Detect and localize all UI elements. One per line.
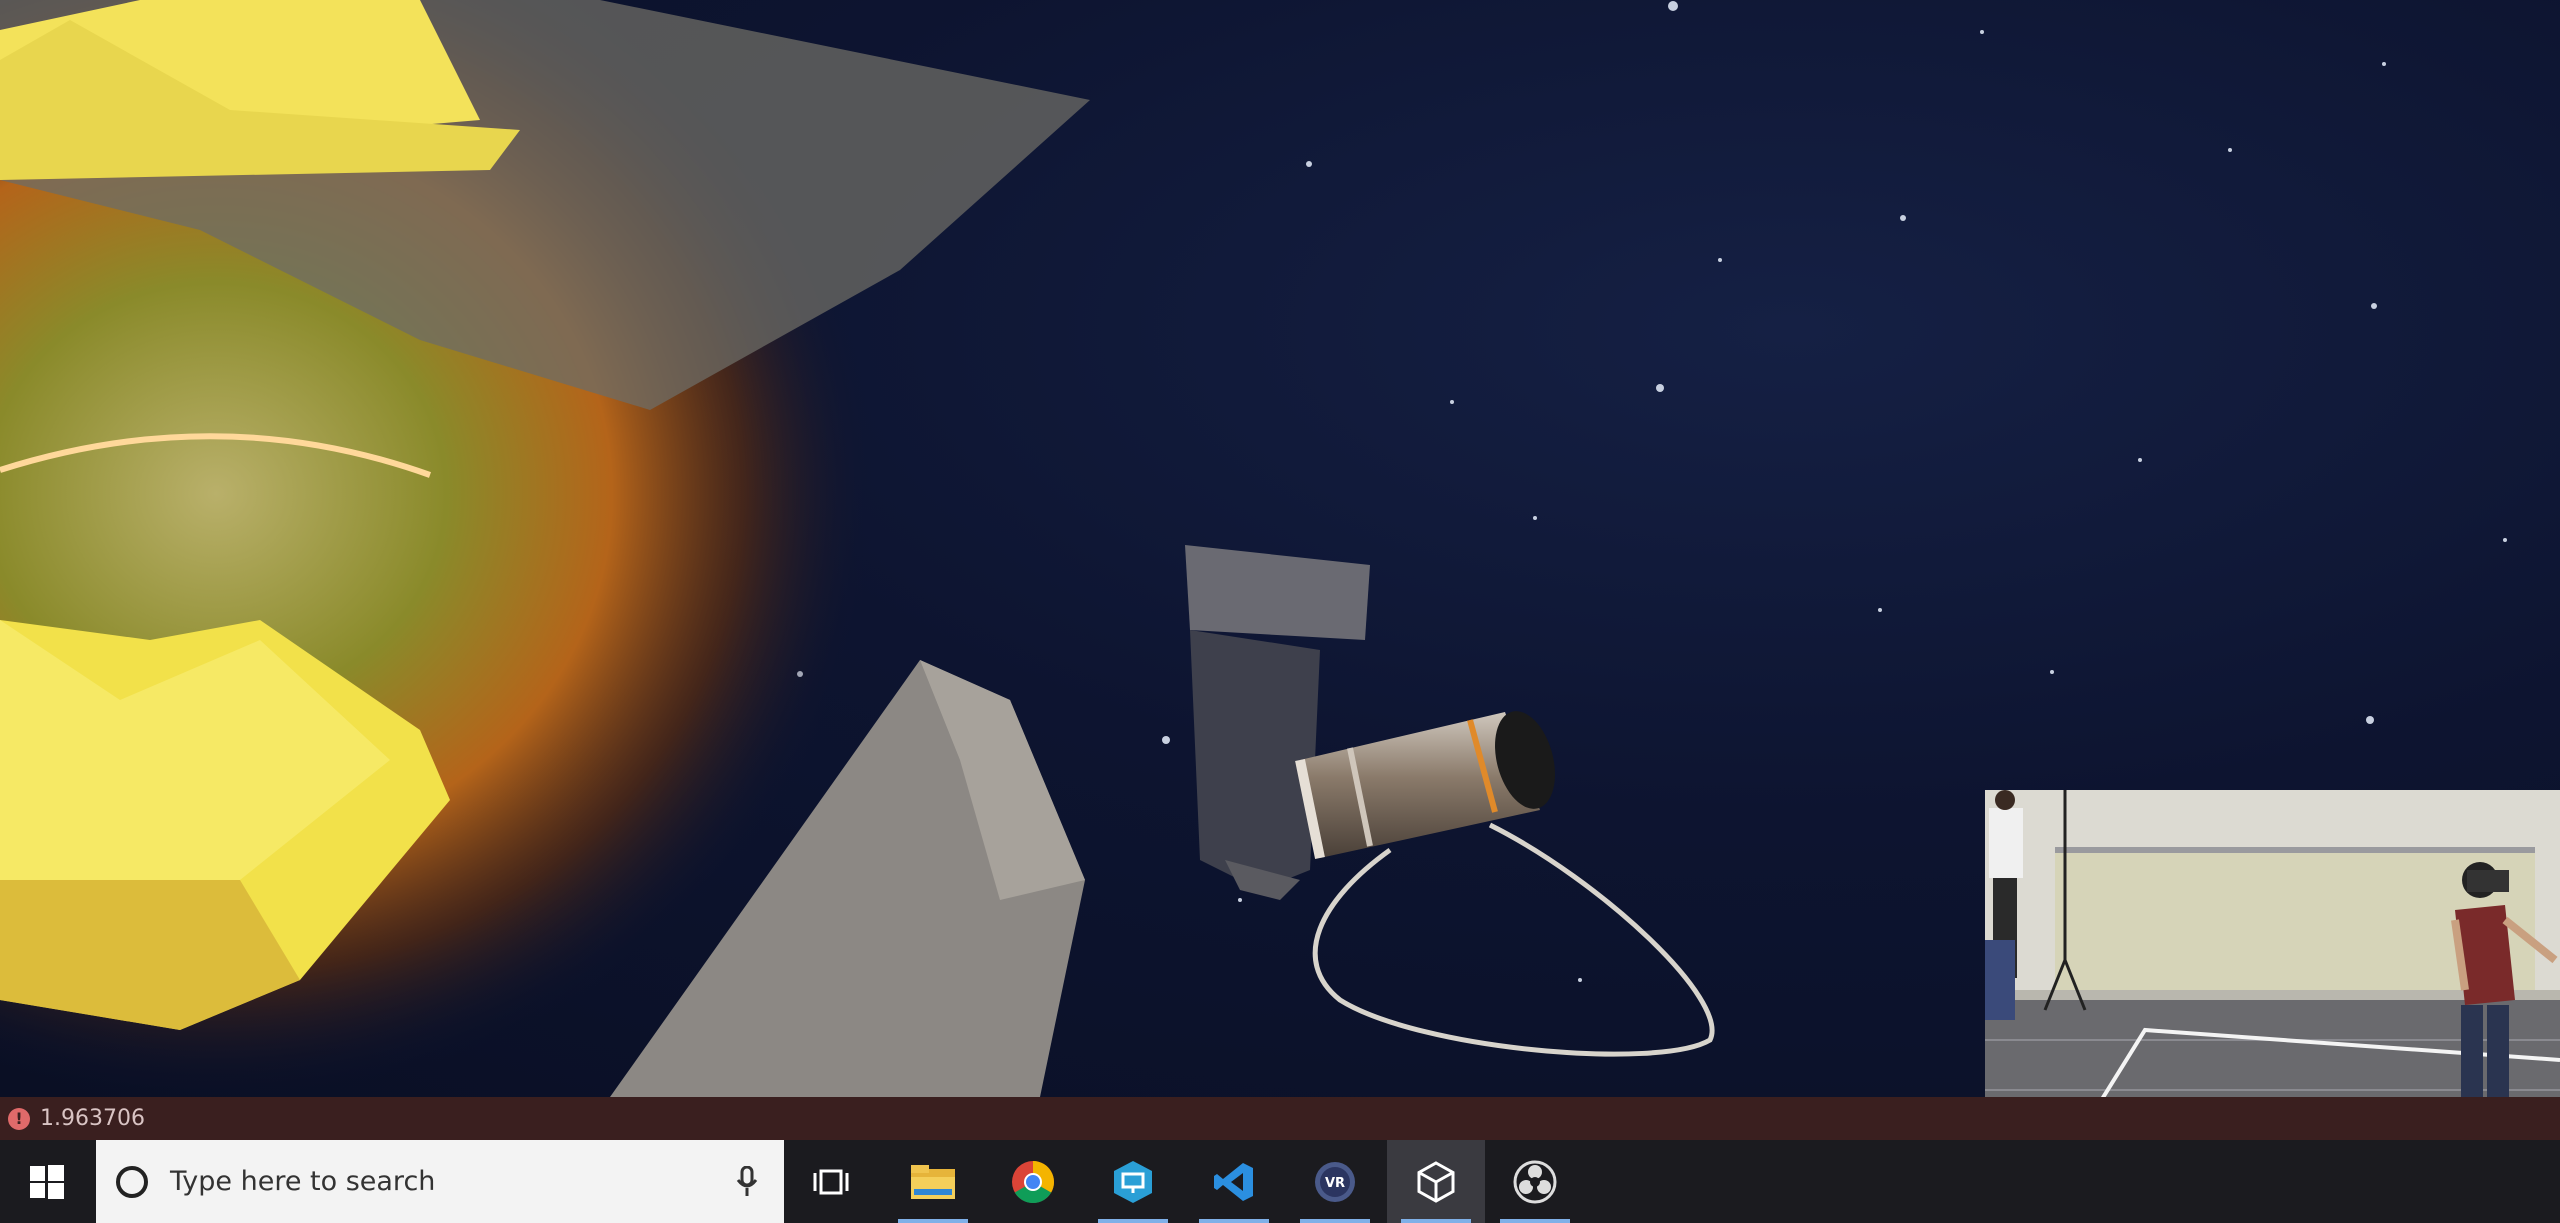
- status-strip: ! 1.963706: [0, 1097, 2560, 1140]
- warning-circle-icon: !: [8, 1107, 30, 1130]
- microphone-icon[interactable]: [736, 1165, 758, 1198]
- vscode-button[interactable]: [1185, 1140, 1283, 1223]
- file-explorer-button[interactable]: [884, 1140, 982, 1223]
- svg-text:VR: VR: [1325, 1176, 1345, 1191]
- status-value: 1.963706: [40, 1106, 145, 1131]
- unity-icon: [1417, 1160, 1455, 1203]
- cortana-icon: [116, 1165, 148, 1198]
- active-indicator: [1300, 1219, 1370, 1223]
- active-indicator: [1098, 1219, 1168, 1223]
- remote-desktop-button[interactable]: [1084, 1140, 1182, 1223]
- fuel-canister: [1295, 711, 1555, 859]
- remote-desktop-icon: [1114, 1160, 1152, 1203]
- active-indicator: [1401, 1219, 1471, 1223]
- start-button[interactable]: [0, 1140, 94, 1223]
- chrome-button[interactable]: [984, 1140, 1082, 1223]
- visual-studio-code-icon: [1214, 1162, 1253, 1201]
- obs-studio-icon: [1513, 1160, 1557, 1203]
- start-windows-icon: [30, 1164, 64, 1199]
- tether-cable: [1312, 822, 1715, 1057]
- unity-button[interactable]: [1387, 1140, 1485, 1223]
- vr-app-button[interactable]: VR: [1286, 1140, 1384, 1223]
- taskbar: Type here to search VR: [0, 1140, 2560, 1223]
- active-indicator: [1500, 1219, 1570, 1223]
- search-placeholder: Type here to search: [170, 1166, 436, 1197]
- file-explorer-icon: [911, 1164, 955, 1199]
- obs-button[interactable]: [1486, 1140, 1584, 1223]
- active-indicator: [1199, 1219, 1269, 1223]
- active-indicator: [898, 1219, 968, 1223]
- task-view-icon: [813, 1169, 849, 1194]
- taskbar-search-box[interactable]: Type here to search: [96, 1140, 784, 1223]
- vr-app-icon: VR: [1315, 1161, 1355, 1202]
- chrome-icon: [1012, 1160, 1055, 1203]
- task-view-button[interactable]: [782, 1140, 880, 1223]
